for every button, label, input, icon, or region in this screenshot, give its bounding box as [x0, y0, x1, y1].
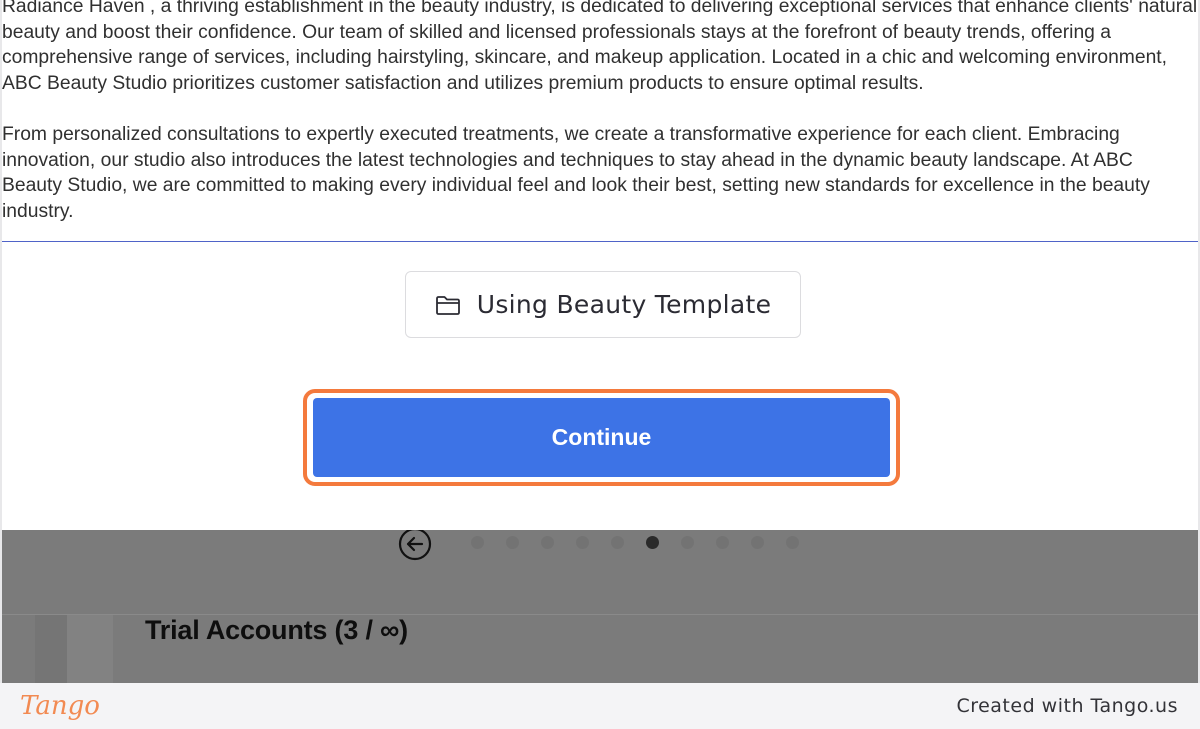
created-with-credit: Created with Tango.us — [956, 695, 1178, 717]
trial-accounts-title: Trial Accounts (3 / ∞) — [145, 615, 408, 645]
sidebar-fragment — [35, 615, 113, 683]
background-overlay: Trial Accounts (3 / ∞) — [2, 527, 1198, 683]
using-template-button[interactable]: Using Beauty Template — [405, 271, 801, 338]
description-paragraph-1: Radiance Haven , a thriving establishmen… — [2, 0, 1198, 94]
page-dot[interactable] — [681, 536, 694, 549]
page-dot[interactable] — [541, 536, 554, 549]
tango-footer: Tango Created with Tango.us — [0, 683, 1200, 729]
page-dot[interactable] — [611, 536, 624, 549]
page-dot[interactable] — [751, 536, 764, 549]
page-dot[interactable] — [506, 536, 519, 549]
continue-button[interactable]: Continue — [313, 398, 890, 477]
using-template-label: Using Beauty Template — [476, 290, 772, 319]
page-dot[interactable] — [576, 536, 589, 549]
folder-icon — [435, 294, 461, 316]
page-dot[interactable] — [471, 536, 484, 549]
description-paragraph-2: From personalized consultations to exper… — [2, 123, 1150, 222]
business-description-textarea[interactable]: Radiance Haven , a thriving establishmen… — [2, 0, 1198, 242]
back-arrow-icon[interactable] — [398, 527, 432, 564]
page-dot[interactable] — [716, 536, 729, 549]
page-dot[interactable] — [786, 536, 799, 549]
carousel-nav — [2, 527, 1198, 614]
page-dot-active[interactable] — [646, 536, 659, 549]
onboarding-frame: Radiance Haven , a thriving establishmen… — [2, 0, 1198, 683]
continue-highlight: Continue — [303, 389, 900, 486]
pagination-dots — [471, 536, 821, 549]
tango-logo: Tango — [20, 691, 100, 721]
continue-label: Continue — [551, 424, 652, 450]
